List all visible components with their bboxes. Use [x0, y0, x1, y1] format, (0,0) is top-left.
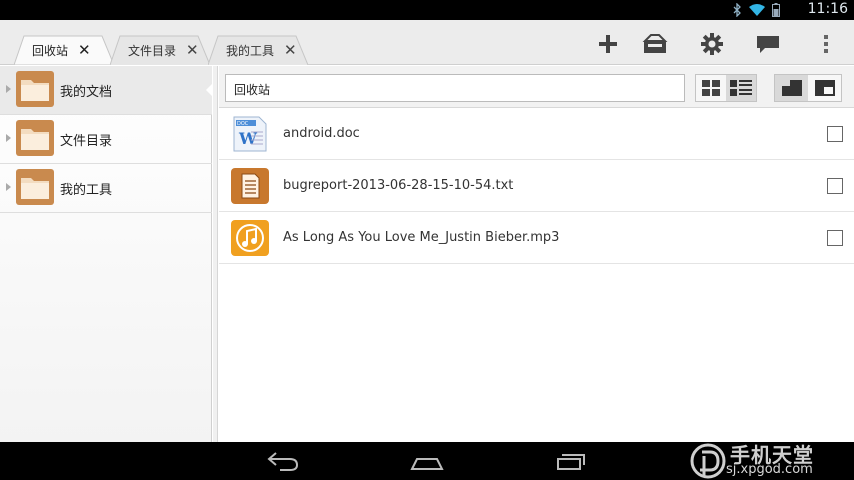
toolbox-icon	[642, 34, 668, 53]
recent-apps-icon	[557, 454, 585, 470]
single-pane-button[interactable]	[775, 75, 808, 101]
wifi-icon	[748, 3, 766, 17]
sidebar-item-label: 我的工具	[60, 182, 113, 198]
file-row[interactable]: DOC W android.doc	[219, 108, 854, 160]
sidebar-item-label: 文件目录	[60, 133, 113, 149]
recent-apps-button[interactable]	[554, 450, 588, 476]
dual-pane-icon	[814, 80, 835, 96]
folder-icon	[16, 169, 54, 205]
dual-pane-button[interactable]	[808, 75, 841, 101]
folder-icon	[16, 120, 54, 156]
back-button[interactable]	[266, 450, 300, 476]
clock: 11:16	[807, 1, 848, 17]
file-row[interactable]: bugreport-2013-06-28-15-10-54.txt	[219, 160, 854, 212]
folder-icon	[16, 71, 54, 107]
overflow-menu-icon	[824, 35, 828, 53]
list-view-icon	[730, 80, 752, 96]
add-icon	[599, 35, 617, 53]
single-pane-icon	[781, 80, 802, 96]
status-bar: 11:16	[0, 0, 854, 20]
svg-text:DOC: DOC	[237, 121, 249, 127]
path-bar: 回收站	[219, 66, 854, 108]
tab-recycle-bin[interactable]: 回收站 ✕	[14, 35, 114, 65]
sidebar-item-label: 我的文档	[60, 84, 113, 100]
settings-button[interactable]	[692, 26, 732, 62]
close-icon[interactable]: ✕	[284, 42, 297, 58]
chat-icon	[757, 36, 779, 53]
expand-arrow-icon[interactable]	[6, 183, 11, 191]
select-checkbox[interactable]	[827, 230, 843, 246]
layout-toggle	[774, 74, 842, 102]
select-checkbox[interactable]	[827, 178, 843, 194]
settings-icon	[701, 33, 723, 55]
overflow-menu-button[interactable]	[806, 26, 846, 62]
grid-view-icon	[702, 80, 720, 96]
sidebar-item-my-documents[interactable]: 我的文档	[0, 66, 213, 115]
tab-label: 回收站	[32, 43, 69, 58]
add-button[interactable]	[588, 26, 628, 62]
back-icon	[267, 452, 299, 471]
pane-splitter[interactable]	[213, 66, 218, 442]
app-window: 回收站 ✕ 文件目录 ✕ 我的工具 ✕ 我的文档 文件目录 我的工具 回收站 D…	[0, 20, 854, 442]
tab-bar: 回收站 ✕ 文件目录 ✕ 我的工具 ✕	[0, 20, 854, 65]
file-name: bugreport-2013-06-28-15-10-54.txt	[283, 178, 514, 193]
txt-file-icon	[231, 168, 269, 204]
music-file-icon	[231, 220, 269, 256]
sidebar: 我的文档 文件目录 我的工具	[0, 66, 213, 442]
file-list-pane: 回收站 DOC W android.doc bugreport-2013-06-…	[219, 66, 854, 442]
chat-button[interactable]	[748, 26, 788, 62]
tab-my-tools[interactable]: 我的工具 ✕	[208, 35, 308, 65]
file-name: As Long As You Love Me_Justin Bieber.mp3	[283, 230, 560, 245]
close-icon[interactable]: ✕	[186, 42, 199, 58]
path-field[interactable]: 回收站	[225, 74, 685, 102]
view-mode-toggle	[695, 74, 757, 102]
selection-indicator	[206, 83, 213, 97]
watermark-url: sj.xpgod.com	[726, 462, 813, 477]
home-button[interactable]	[410, 450, 444, 476]
list-view-button[interactable]	[726, 75, 756, 101]
bluetooth-icon	[733, 3, 742, 17]
navigation-bar: 手机天堂 sj.xpgod.com	[0, 442, 854, 480]
battery-icon	[772, 3, 780, 17]
home-icon	[410, 458, 444, 470]
sidebar-item-my-tools[interactable]: 我的工具	[0, 164, 212, 213]
file-row[interactable]: As Long As You Love Me_Justin Bieber.mp3	[219, 212, 854, 264]
site-logo-icon	[690, 443, 726, 479]
expand-arrow-icon[interactable]	[6, 134, 11, 142]
toolbox-button[interactable]	[635, 26, 675, 62]
close-icon[interactable]: ✕	[78, 42, 91, 58]
doc-file-icon: DOC W	[233, 116, 267, 152]
watermark: 手机天堂 sj.xpgod.com	[670, 442, 850, 480]
status-icons	[733, 2, 780, 18]
file-name: android.doc	[283, 126, 360, 141]
select-checkbox[interactable]	[827, 126, 843, 142]
tab-file-directory[interactable]: 文件目录 ✕	[110, 35, 210, 65]
sidebar-item-file-directory[interactable]: 文件目录	[0, 115, 212, 164]
expand-arrow-icon[interactable]	[6, 85, 11, 93]
tab-label: 文件目录	[128, 43, 177, 58]
tab-label: 我的工具	[226, 43, 275, 58]
grid-view-button[interactable]	[696, 75, 726, 101]
